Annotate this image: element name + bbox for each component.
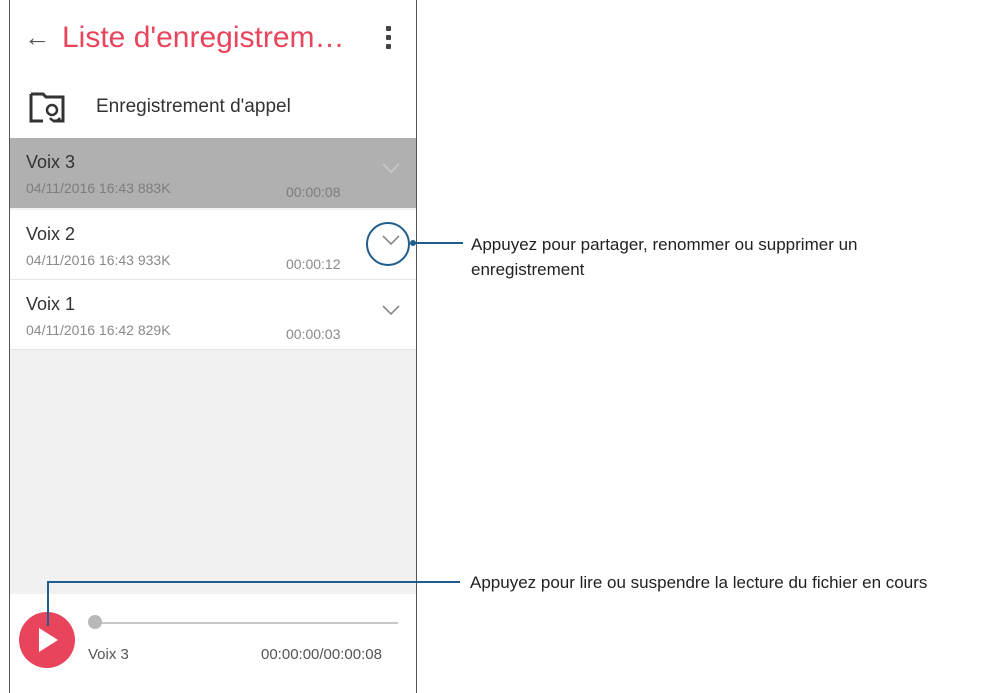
call-recording-folder-icon — [29, 92, 65, 123]
folder-label: Enregistrement d'appel — [96, 96, 291, 117]
recording-duration: 00:00:12 — [286, 256, 341, 272]
list-item[interactable]: Voix 3 04/11/2016 16:43 883K 00:00:08 — [10, 138, 416, 208]
recording-meta: 04/11/2016 16:42 829K — [26, 322, 171, 338]
page-title: Liste d'enregistrem… — [62, 21, 345, 54]
phone-screen: ← Liste d'enregistrem… Enregistrement d'… — [9, 0, 417, 693]
recording-meta: 04/11/2016 16:43 883K — [26, 180, 171, 196]
annotation-play: Appuyez pour lire ou suspendre la lectur… — [470, 573, 928, 592]
recordings-list: Voix 3 04/11/2016 16:43 883K 00:00:08 Vo… — [10, 138, 416, 594]
progress-knob[interactable] — [88, 615, 102, 629]
annotation-expand: Appuyez pour partager, renommer ou suppr… — [471, 235, 858, 279]
chevron-down-icon[interactable] — [382, 304, 400, 316]
recording-name: Voix 3 — [26, 152, 76, 172]
recording-meta: 04/11/2016 16:43 933K — [26, 252, 171, 268]
back-arrow-icon[interactable]: ← — [24, 22, 50, 52]
recording-duration: 00:00:03 — [286, 326, 341, 342]
list-item[interactable]: Voix 1 04/11/2016 16:42 829K 00:00:03 — [10, 280, 416, 350]
chevron-down-icon[interactable] — [382, 162, 400, 174]
recording-name: Voix 1 — [26, 294, 76, 314]
recording-duration: 00:00:08 — [286, 184, 341, 200]
progress-track[interactable] — [96, 622, 398, 624]
playback-time: 00:00:00/00:00:08 — [261, 646, 382, 663]
callout-line — [47, 581, 49, 626]
callout-line — [413, 242, 463, 244]
callout-line — [47, 581, 460, 583]
list-item[interactable]: Voix 2 04/11/2016 16:43 933K 00:00:12 — [10, 210, 416, 280]
folder-row[interactable]: Enregistrement d'appel — [10, 80, 416, 138]
now-playing-label: Voix 3 — [88, 646, 129, 663]
more-vert-icon[interactable] — [386, 26, 392, 50]
app-bar: ← Liste d'enregistrem… — [10, 0, 416, 80]
play-icon — [39, 628, 58, 652]
recording-name: Voix 2 — [26, 224, 76, 244]
player-bar: Voix 3 00:00:00/00:00:08 — [10, 594, 416, 693]
expand-callout-circle — [366, 222, 410, 266]
